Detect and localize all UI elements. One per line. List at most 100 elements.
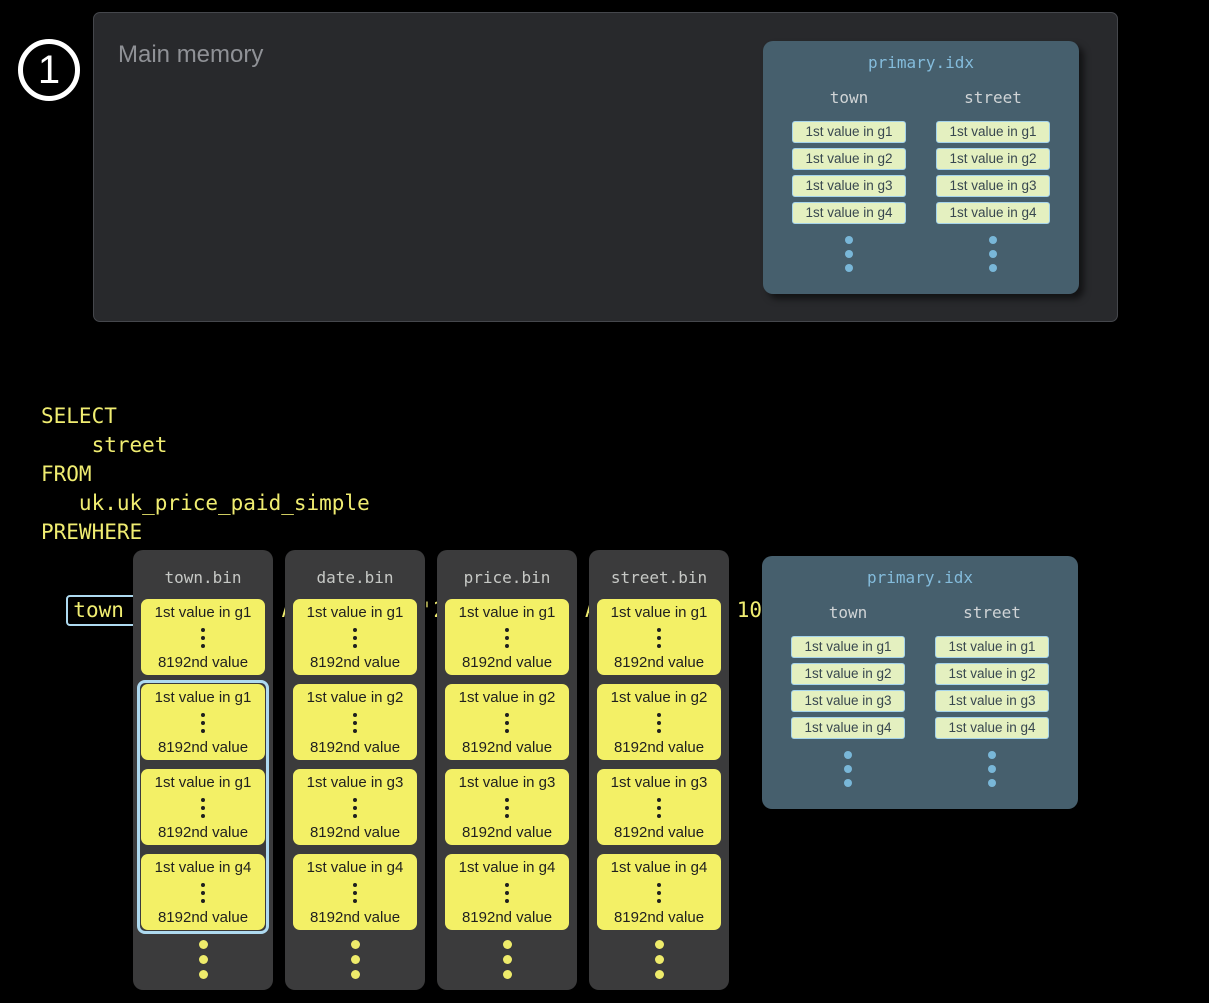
granule-first-value: 1st value in g1: [307, 605, 404, 620]
dot: [201, 814, 205, 818]
dot: [201, 644, 205, 648]
dot: [989, 264, 997, 272]
index-mark-cell: 1st value in g1: [936, 121, 1050, 143]
index-mark-cell: 1st value in g2: [792, 148, 906, 170]
dot: [353, 806, 357, 810]
column-header: town: [784, 88, 914, 107]
granule-last-value: 8192nd value: [158, 825, 248, 840]
dot: [505, 721, 509, 725]
page: 1 Main memory primary.idxtown1st value i…: [0, 0, 1209, 1003]
dot: [989, 250, 997, 258]
dot: [657, 883, 661, 887]
vertical-ellipsis: [505, 628, 509, 648]
dot: [351, 970, 360, 979]
dot: [988, 779, 996, 787]
dot: [505, 628, 509, 632]
granule-block: 1st value in g48192nd value: [141, 854, 265, 930]
granule-last-value: 8192nd value: [310, 825, 400, 840]
dot: [845, 264, 853, 272]
dot: [353, 899, 357, 903]
dot: [199, 970, 208, 979]
dot: [844, 751, 852, 759]
dot: [201, 806, 205, 810]
vertical-ellipsis: [201, 628, 205, 648]
dot: [201, 721, 205, 725]
index-mark-cell: 1st value in g3: [936, 175, 1050, 197]
granule-first-value: 1st value in g1: [611, 605, 708, 620]
bin-file-title: price.bin: [437, 568, 577, 587]
granule-block: 1st value in g38192nd value: [597, 769, 721, 845]
granule-first-value: 1st value in g4: [611, 860, 708, 875]
column-header: town: [783, 603, 913, 622]
step-number: 1: [38, 50, 60, 90]
sql-line: SELECT: [41, 402, 825, 431]
dot: [351, 940, 360, 949]
dot: [201, 883, 205, 887]
ellipsis-dots: [589, 940, 729, 979]
selected-granules-highlight: 1st value in g18192nd value1st value in …: [137, 680, 269, 934]
granule-first-value: 1st value in g2: [307, 690, 404, 705]
sql-line: street: [41, 431, 825, 460]
bin-file-price-bin: price.bin1st value in g18192nd value1st …: [437, 550, 577, 990]
index-column-street: street1st value in g11st value in g21st …: [928, 88, 1058, 278]
ellipsis-dots: [784, 236, 914, 272]
granule-first-value: 1st value in g1: [155, 690, 252, 705]
granule-first-value: 1st value in g3: [307, 775, 404, 790]
index-mark-cell: 1st value in g3: [935, 690, 1049, 712]
dot: [353, 636, 357, 640]
index-mark-cell: 1st value in g4: [791, 717, 905, 739]
granule-last-value: 8192nd value: [462, 655, 552, 670]
dot: [199, 955, 208, 964]
granule-last-value: 8192nd value: [158, 910, 248, 925]
dot: [844, 765, 852, 773]
primary-idx-box-memory: primary.idxtown1st value in g11st value …: [763, 41, 1079, 294]
granule-block: 1st value in g48192nd value: [445, 854, 569, 930]
dot: [505, 636, 509, 640]
granule-first-value: 1st value in g1: [155, 775, 252, 790]
vertical-ellipsis: [201, 883, 205, 903]
vertical-ellipsis: [353, 628, 357, 648]
dot: [657, 899, 661, 903]
dot: [657, 891, 661, 895]
dot: [503, 955, 512, 964]
dot: [657, 814, 661, 818]
sql-line: FROM: [41, 460, 825, 489]
bin-file-date-bin: date.bin1st value in g18192nd value1st v…: [285, 550, 425, 990]
granule-last-value: 8192nd value: [158, 655, 248, 670]
vertical-ellipsis: [201, 798, 205, 818]
dot: [201, 798, 205, 802]
index-mark-cell: 1st value in g4: [935, 717, 1049, 739]
granule-last-value: 8192nd value: [158, 740, 248, 755]
granule-last-value: 8192nd value: [310, 655, 400, 670]
vertical-ellipsis: [353, 798, 357, 818]
vertical-ellipsis: [505, 798, 509, 818]
dot: [201, 713, 205, 717]
index-mark-cell: 1st value in g3: [792, 175, 906, 197]
vertical-ellipsis: [505, 883, 509, 903]
bin-file-town-bin: town.bin1st value in g18192nd value1st v…: [133, 550, 273, 990]
granule-first-value: 1st value in g4: [307, 860, 404, 875]
granule-block: 1st value in g3 8192nd value: [293, 769, 417, 845]
granule-blocks: 1st value in g1 8192nd value 1st value in …: [437, 599, 577, 930]
dot: [657, 721, 661, 725]
granule-first-value: 1st value in g3: [611, 775, 708, 790]
dot: [201, 899, 205, 903]
granule-block: 1st value in g2 8192nd value: [293, 684, 417, 760]
granule-first-value: 1st value in g3: [459, 775, 556, 790]
dot: [657, 798, 661, 802]
index-mark-cell: 1st value in g2: [935, 663, 1049, 685]
index-mark-cell: 1st value in g4: [792, 202, 906, 224]
main-memory-label: Main memory: [118, 41, 263, 69]
dot: [353, 644, 357, 648]
granule-block: 1st value in g1 8192nd value: [293, 599, 417, 675]
granule-block: 1st value in g48192nd value: [293, 854, 417, 930]
index-mark-cell: 1st value in g2: [791, 663, 905, 685]
granule-blocks: 1st value in g18192nd value1st value in …: [133, 599, 273, 930]
dot: [505, 814, 509, 818]
bin-file-title: date.bin: [285, 568, 425, 587]
granule-last-value: 8192nd value: [310, 740, 400, 755]
granule-last-value: 8192nd value: [614, 740, 704, 755]
granule-first-value: 1st value in g1: [459, 605, 556, 620]
dot: [657, 644, 661, 648]
dot: [353, 883, 357, 887]
